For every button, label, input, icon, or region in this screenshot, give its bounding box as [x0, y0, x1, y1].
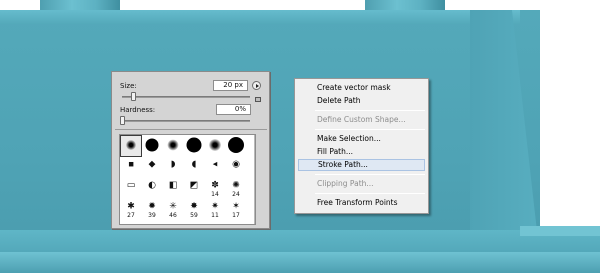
brush-preset[interactable]: ◖ [184, 157, 204, 177]
brush-preset[interactable]: ✳ 46 [163, 199, 183, 219]
path-context-menu: Create vector mask Delete Path Define Cust… [294, 78, 429, 214]
brush-preset-list: ▪◆◗◖◂◉▭◐◧◩✽14✺24✱27✹39✳46✸59✷11✶17 ▲ ▼ [119, 134, 256, 225]
artwork-top-edge [0, 10, 520, 24]
brush-size-number: 59 [190, 212, 198, 219]
hardness-slider-track[interactable] [122, 120, 250, 122]
menu-separator [315, 129, 425, 130]
menu-separator [315, 110, 425, 111]
brush-preset[interactable]: ✺ 24 [226, 178, 246, 198]
brush-preset[interactable]: ✶ 17 [226, 199, 246, 219]
brush-preset[interactable]: ◐ [142, 178, 162, 198]
brush-preset[interactable] [226, 136, 246, 156]
brush-tip-icon: ✸ [190, 201, 198, 212]
brush-tip-icon: ✷ [211, 201, 219, 212]
brush-preset[interactable]: ✽ 14 [205, 178, 225, 198]
size-slider-thumb[interactable] [131, 92, 136, 101]
size-label: Size: [120, 82, 137, 90]
menu-item-stroke-path[interactable]: Stroke Path... [298, 159, 425, 171]
brush-tip-icon: ◧ [168, 180, 178, 191]
menu-item-define-custom-shape: Define Custom Shape... [317, 115, 406, 124]
hard-round-brush-icon [228, 137, 244, 153]
brush-tip-icon: ✽ [211, 180, 219, 191]
brush-preset[interactable]: ◧ [163, 178, 183, 198]
brush-tip-icon: ◉ [232, 159, 240, 170]
brush-preset[interactable]: ◂ [205, 157, 225, 177]
panel-divider [115, 129, 267, 130]
menu-item-make-selection[interactable]: Make Selection... [298, 133, 425, 145]
menu-item-fill-path[interactable]: Fill Path... [298, 146, 425, 158]
brush-tip-icon: ✱ [127, 201, 135, 212]
menu-separator [315, 174, 425, 175]
brush-preset[interactable]: ✱ 27 [121, 199, 141, 219]
soft-round-brush-icon [209, 139, 221, 151]
artwork-body [0, 10, 540, 258]
brush-size-number: 14 [211, 191, 219, 198]
brush-preset[interactable]: ◩ [184, 178, 204, 198]
brush-preset[interactable]: ◆ [142, 157, 162, 177]
brush-preset[interactable]: ◗ [163, 157, 183, 177]
artwork-base-step [520, 226, 600, 236]
hardness-field[interactable]: 0% [216, 104, 251, 115]
menu-item-create-vector-mask[interactable]: Create vector mask [298, 82, 425, 94]
brush-tip-icon: ◩ [189, 180, 199, 191]
brush-tip-icon: ◖ [191, 159, 197, 170]
brush-tip-icon: ✹ [148, 201, 156, 212]
flyout-arrow-icon[interactable] [252, 81, 261, 90]
brush-tip-icon: ◆ [148, 159, 156, 170]
brush-tip-icon: ◐ [148, 180, 156, 191]
new-preset-icon[interactable] [255, 97, 261, 102]
menu-item-free-transform-points[interactable]: Free Transform Points [298, 197, 425, 209]
size-field[interactable]: 20 px [213, 80, 248, 91]
brush-size-number: 11 [211, 212, 219, 219]
brush-tip-icon: ▪ [127, 159, 135, 170]
brush-size-number: 17 [232, 212, 240, 219]
soft-round-brush-icon [126, 140, 136, 150]
menu-item-clipping-path: Clipping Path... [317, 179, 374, 188]
brush-size-number: 46 [169, 212, 177, 219]
brush-size-number: 24 [232, 191, 240, 198]
brush-preset[interactable] [163, 136, 183, 156]
brush-preset[interactable] [184, 136, 204, 156]
artwork-base-edge [0, 252, 600, 273]
brush-tip-icon: ◂ [212, 159, 218, 170]
brush-preset[interactable]: ✸ 59 [184, 199, 204, 219]
menu-item-delete-path[interactable]: Delete Path [298, 95, 425, 107]
brush-size-number: 27 [127, 212, 135, 219]
brush-tip-icon: ◗ [170, 159, 176, 170]
hardness-label: Hardness: [120, 106, 156, 114]
brush-preset-panel: Size: 20 px Hardness: 0% ▪ ◆ ◗ ◖ ◂ ◉ ▭ ◐ ◧ ◩ ✽ 14 ✺ 2… [111, 71, 270, 229]
brush-preset[interactable]: ▭ [121, 178, 141, 198]
brush-preset[interactable] [142, 136, 162, 156]
soft-round-brush-icon [167, 139, 179, 151]
brush-tip-icon: ✶ [232, 201, 240, 212]
brush-tip-icon: ▭ [126, 180, 136, 191]
hard-round-brush-icon [186, 137, 202, 153]
brush-preset[interactable]: ◉ [226, 157, 246, 177]
brush-preset[interactable]: ▪ [121, 157, 141, 177]
menu-separator [315, 193, 425, 194]
brush-tip-icon: ✳ [169, 201, 177, 212]
brush-size-number: 39 [148, 212, 156, 219]
size-slider-track[interactable] [122, 96, 250, 98]
hard-round-brush-icon [145, 138, 159, 152]
brush-preset[interactable] [120, 135, 142, 157]
hardness-slider-thumb[interactable] [120, 116, 125, 125]
brush-tip-icon: ✺ [232, 180, 240, 191]
preset-scrollbar[interactable]: ▲ ▼ [254, 135, 255, 224]
brush-preset[interactable] [205, 136, 225, 156]
brush-preset[interactable]: ✷ 11 [205, 199, 225, 219]
brush-preset[interactable]: ✹ 39 [142, 199, 162, 219]
